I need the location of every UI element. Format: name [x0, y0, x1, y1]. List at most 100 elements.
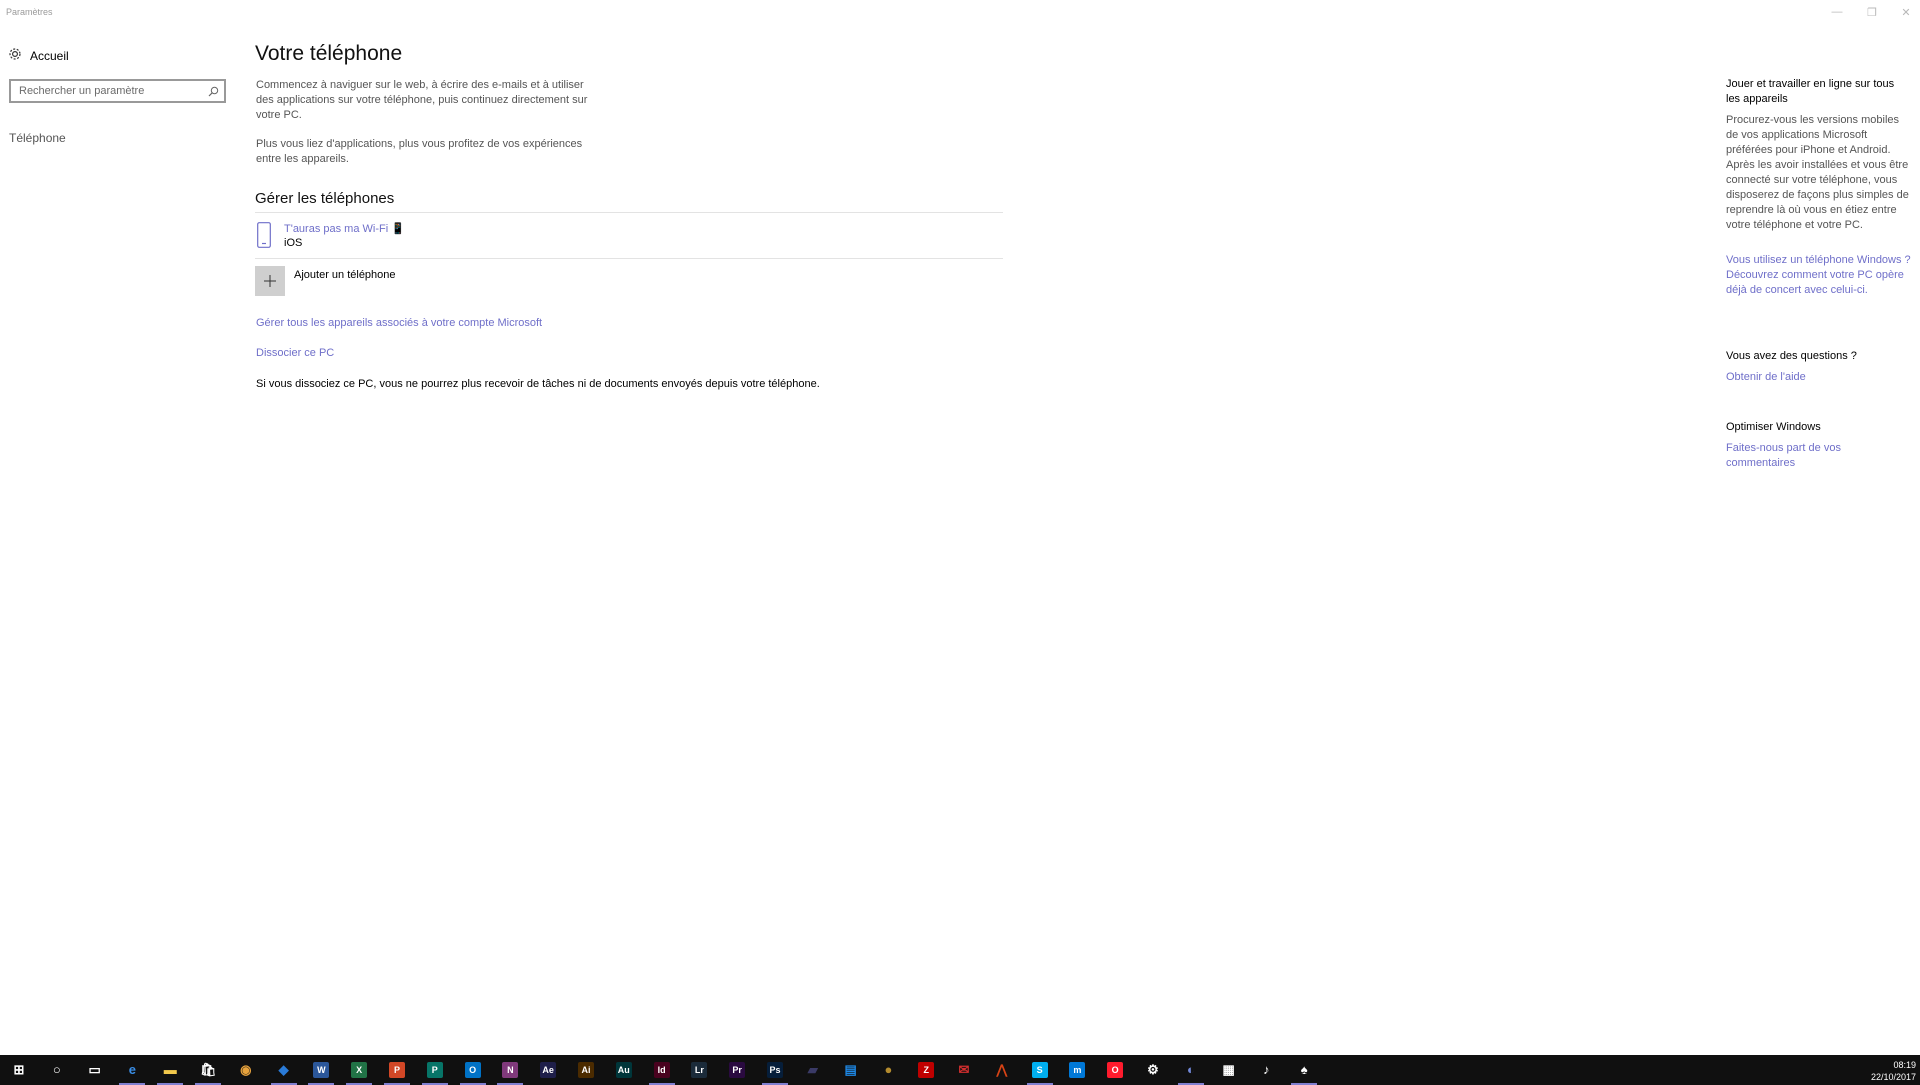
- premiere-glyph: Pr: [729, 1062, 746, 1078]
- taskbar-premiere-icon[interactable]: Pr: [718, 1055, 756, 1085]
- search-icon[interactable]: [202, 81, 224, 101]
- publisher-glyph: P: [426, 1062, 443, 1078]
- taskbar-calculator-icon[interactable]: ▦: [1210, 1055, 1248, 1085]
- unlink-note: Si vous dissociez ce PC, vous ne pourrez…: [256, 378, 820, 390]
- clock-time: 08:19: [1893, 1060, 1916, 1070]
- manage-devices-link[interactable]: Gérer tous les appareils associés à votr…: [256, 317, 542, 329]
- windows-phone-link[interactable]: Vous utilisez un téléphone Windows ? Déc…: [1726, 253, 1911, 298]
- minimize-button[interactable]: —: [1820, 0, 1854, 24]
- taskbar-lightroom-icon[interactable]: Lr: [680, 1055, 718, 1085]
- taskbar-solitaire-icon[interactable]: ♠: [1285, 1055, 1323, 1085]
- taskbar-onenote-icon[interactable]: N: [491, 1055, 529, 1085]
- unlink-pc-link[interactable]: Dissocier ce PC: [256, 347, 334, 359]
- taskbar-media-encoder-icon[interactable]: ▰: [794, 1055, 832, 1085]
- clock-date: 22/10/2017: [1870, 1072, 1916, 1082]
- taskbar-app-icon[interactable]: ◆: [265, 1055, 303, 1085]
- taskbar-task-view-icon[interactable]: ▭: [76, 1055, 114, 1085]
- sidebar-item-telephone[interactable]: Téléphone: [9, 131, 66, 145]
- app-pen-glyph: ⋀: [996, 1062, 1008, 1077]
- app-owl-glyph: ●: [884, 1062, 893, 1077]
- filezilla-glyph: Z: [918, 1062, 935, 1078]
- media-encoder-glyph: ▰: [807, 1062, 818, 1077]
- window-title: Paramètres: [6, 7, 53, 17]
- store-glyph: 🛍: [200, 1062, 217, 1077]
- section-title-questions: Vous avez des questions ?: [1726, 350, 1857, 362]
- taskbar-file-explorer-icon[interactable]: ▬: [151, 1055, 189, 1085]
- word-glyph: W: [313, 1062, 330, 1078]
- add-phone-label: Ajouter un téléphone: [294, 269, 396, 281]
- maximize-button[interactable]: ❐: [1855, 0, 1889, 24]
- search-placeholder: Rechercher un paramètre: [19, 85, 145, 97]
- gear-icon: [8, 47, 22, 66]
- phone-name[interactable]: T'auras pas ma Wi-Fi 📱: [284, 222, 405, 235]
- taskbar-publisher-icon[interactable]: P: [416, 1055, 454, 1085]
- app-doc-glyph: ▤: [844, 1062, 857, 1077]
- taskbar-skype-icon[interactable]: S: [1021, 1055, 1059, 1085]
- section-title-optimize: Optimiser Windows: [1726, 421, 1821, 433]
- taskbar-edge-icon[interactable]: e: [113, 1055, 151, 1085]
- add-phone-button[interactable]: Ajouter un téléphone: [255, 266, 396, 298]
- itunes-glyph: ♪: [1263, 1062, 1270, 1077]
- feedback-link[interactable]: Faites-nous part de vos commentaires: [1726, 441, 1911, 471]
- taskbar-app-owl-icon[interactable]: ●: [869, 1055, 907, 1085]
- app-m-glyph: m: [1069, 1062, 1086, 1078]
- plus-icon: [255, 266, 285, 296]
- taskbar-chrome-icon[interactable]: ◉: [227, 1055, 265, 1085]
- phone-icon: [257, 222, 271, 253]
- mail-glyph: ✉: [958, 1062, 970, 1077]
- taskbar-app-doc-icon[interactable]: ▤: [832, 1055, 870, 1085]
- app-glyph: ◆: [278, 1062, 289, 1077]
- intro-text-2: Plus vous liez d'applications, plus vous…: [256, 138, 583, 165]
- taskbar-opera-icon[interactable]: O: [1096, 1055, 1134, 1085]
- settings-glyph: ⚙: [1147, 1062, 1159, 1077]
- taskbar-excel-icon[interactable]: X: [340, 1055, 378, 1085]
- close-button[interactable]: ✕: [1889, 0, 1920, 24]
- illustrator-glyph: Ai: [578, 1062, 594, 1078]
- system-clock[interactable]: 08:19 22/10/2017: [1871, 1059, 1916, 1083]
- taskbar-settings-icon[interactable]: ⚙: [1134, 1055, 1172, 1085]
- taskbar-app-m-icon[interactable]: m: [1058, 1055, 1096, 1085]
- solitaire-glyph: ♠: [1300, 1062, 1308, 1077]
- file-explorer-glyph: ▬: [163, 1062, 177, 1077]
- photoshop-glyph: Ps: [767, 1062, 783, 1078]
- taskbar-filezilla-icon[interactable]: Z: [907, 1055, 945, 1085]
- taskbar-mail-icon[interactable]: ✉: [945, 1055, 983, 1085]
- home-label: Accueil: [30, 49, 69, 63]
- intro-text: Commencez à naviguer sur le web, à écrir…: [256, 79, 588, 121]
- edge-glyph: e: [128, 1062, 136, 1077]
- skype-glyph: S: [1031, 1062, 1048, 1078]
- taskbar-itunes-icon[interactable]: ♪: [1247, 1055, 1285, 1085]
- divider: [255, 212, 1003, 213]
- indesign-glyph: Id: [653, 1062, 670, 1078]
- taskbar-outlook-icon[interactable]: O: [454, 1055, 492, 1085]
- manage-phones-heading: Gérer les téléphones: [255, 190, 395, 207]
- taskbar-start-icon[interactable]: ⊞: [0, 1055, 38, 1085]
- help-link[interactable]: Obtenir de l'aide: [1726, 370, 1911, 385]
- cortana-glyph: ○: [52, 1062, 61, 1077]
- opera-glyph: O: [1107, 1062, 1124, 1078]
- taskbar-powerpoint-icon[interactable]: P: [378, 1055, 416, 1085]
- audition-glyph: Au: [615, 1062, 632, 1078]
- chrome-glyph: ◉: [240, 1062, 252, 1077]
- taskbar-store-icon[interactable]: 🛍: [189, 1055, 227, 1085]
- taskbar-photoshop-icon[interactable]: Ps: [756, 1055, 794, 1085]
- onenote-glyph: N: [502, 1062, 519, 1078]
- task-view-glyph: ▭: [88, 1062, 101, 1077]
- phone-item[interactable]: T'auras pas ma Wi-Fi 📱 iOS: [255, 222, 1003, 272]
- taskbar-illustrator-icon[interactable]: Ai: [567, 1055, 605, 1085]
- taskbar-app-pen-icon[interactable]: ⋀: [983, 1055, 1021, 1085]
- home-link[interactable]: Accueil: [8, 46, 69, 66]
- taskbar-word-icon[interactable]: W: [302, 1055, 340, 1085]
- taskbar-after-effects-icon[interactable]: Ae: [529, 1055, 567, 1085]
- taskbar-discord-icon[interactable]: ◐: [1172, 1055, 1210, 1085]
- after-effects-glyph: Ae: [540, 1062, 557, 1078]
- taskbar-cortana-icon[interactable]: ○: [38, 1055, 76, 1085]
- taskbar-indesign-icon[interactable]: Id: [643, 1055, 681, 1085]
- outlook-glyph: O: [464, 1062, 481, 1078]
- search-input[interactable]: Rechercher un paramètre: [9, 79, 226, 103]
- taskbar-audition-icon[interactable]: Au: [605, 1055, 643, 1085]
- powerpoint-glyph: P: [389, 1062, 405, 1078]
- section-title-devices: Jouer et travailler en ligne sur tous le…: [1726, 78, 1895, 105]
- discord-glyph: ◐: [1186, 1062, 1195, 1077]
- page-title: Votre téléphone: [255, 42, 403, 65]
